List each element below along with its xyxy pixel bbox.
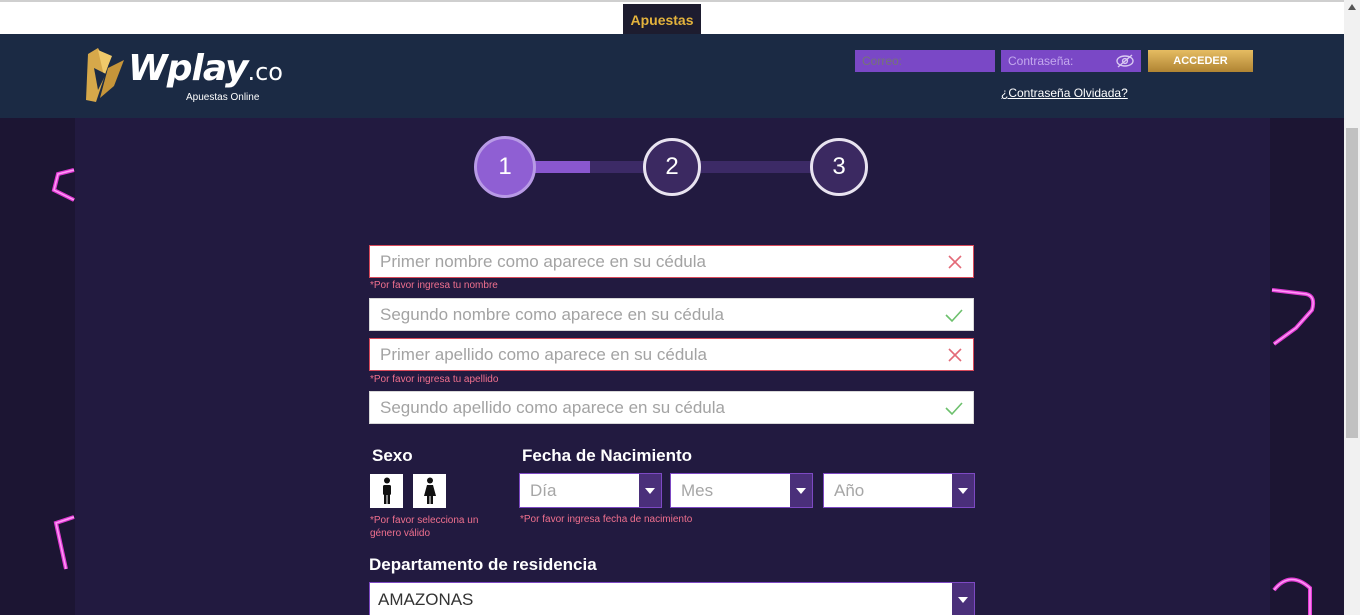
second-lastname-field[interactable]: Segundo apellido como aparece en su cédu…: [369, 391, 974, 424]
password-field[interactable]: Contraseña:: [1001, 50, 1141, 72]
forgot-password-link[interactable]: ¿Contraseña Olvidada?: [1001, 86, 1128, 100]
password-placeholder: Contraseña:: [1008, 54, 1074, 68]
birth-date-error: *Por favor ingresa fecha de nacimiento: [520, 514, 693, 525]
scroll-up-arrow-icon[interactable]: [1348, 4, 1356, 10]
birth-date-label: Fecha de Nacimiento: [522, 446, 693, 465]
first-lastname-field[interactable]: Primer apellido como aparece en su cédul…: [369, 338, 974, 371]
email-field[interactable]: [855, 50, 995, 72]
second-name-placeholder: Segundo nombre como aparece en su cédula: [380, 304, 725, 324]
first-name-field[interactable]: Primer nombre como aparece en su cédula: [369, 245, 974, 278]
logo-subtitle: Apuestas Online: [186, 92, 260, 103]
first-lastname-placeholder: Primer apellido como aparece en su cédul…: [380, 344, 707, 364]
neon-decoration-right: [1271, 288, 1316, 346]
first-name-placeholder: Primer nombre como aparece en su cédula: [380, 251, 706, 271]
error-x-icon: [948, 348, 962, 362]
second-lastname-placeholder: Segundo apellido como aparece en su cédu…: [380, 397, 725, 417]
sex-label: Sexo: [372, 446, 413, 465]
first-lastname-error: *Por favor ingresa tu apellido: [370, 374, 499, 385]
month-placeholder: Mes: [681, 480, 714, 500]
scrollbar-thumb[interactable]: [1346, 128, 1358, 438]
year-placeholder: Año: [834, 480, 865, 500]
male-button[interactable]: [370, 474, 403, 508]
logo-mark-icon: [86, 48, 124, 102]
male-icon: [382, 477, 391, 504]
department-label: Departamento de residencia: [369, 555, 597, 574]
check-icon: [945, 402, 963, 416]
step-1: 1: [474, 136, 536, 198]
department-select[interactable]: AMAZONAS: [369, 582, 975, 615]
female-icon: [423, 477, 436, 504]
first-name-error: *Por favor ingresa tu nombre: [370, 280, 498, 291]
second-name-field[interactable]: Segundo nombre como aparece en su cédula: [369, 298, 974, 331]
day-placeholder: Día: [530, 480, 557, 500]
top-nav-bar: Apuestas: [0, 0, 1344, 36]
login-button[interactable]: ACCEDER: [1148, 50, 1253, 72]
tab-apuestas[interactable]: Apuestas: [623, 4, 701, 36]
female-button[interactable]: [413, 474, 446, 508]
step-connector-2: [700, 161, 813, 173]
step-3: 3: [810, 138, 868, 196]
neon-decoration-left-bottom: [53, 515, 75, 570]
chevron-down-icon[interactable]: [790, 474, 812, 507]
check-icon: [945, 309, 963, 323]
wplay-logo[interactable]: Wplay.co Apuestas Online: [84, 46, 284, 108]
day-select[interactable]: Día: [519, 473, 662, 508]
error-x-icon: [948, 255, 962, 269]
neon-decoration-right-bottom: [1272, 577, 1312, 615]
sex-error: *Por favor selecciona un género válido: [370, 515, 479, 539]
chevron-down-icon[interactable]: [952, 474, 974, 507]
site-header: Wplay.co Apuestas Online Contraseña: ACC…: [0, 34, 1344, 118]
month-select[interactable]: Mes: [670, 473, 813, 508]
chevron-down-icon[interactable]: [952, 583, 974, 615]
neon-decoration-left-top: [51, 168, 75, 202]
page-scrollbar[interactable]: [1344, 0, 1360, 615]
department-value: AMAZONAS: [378, 589, 474, 609]
year-select[interactable]: Año: [823, 473, 975, 508]
chevron-down-icon[interactable]: [639, 474, 661, 507]
eye-icon[interactable]: [1115, 53, 1135, 69]
logo-wordmark: Wplay.co: [128, 48, 283, 89]
step-progress-fill: [534, 161, 590, 173]
step-2: 2: [643, 138, 701, 196]
